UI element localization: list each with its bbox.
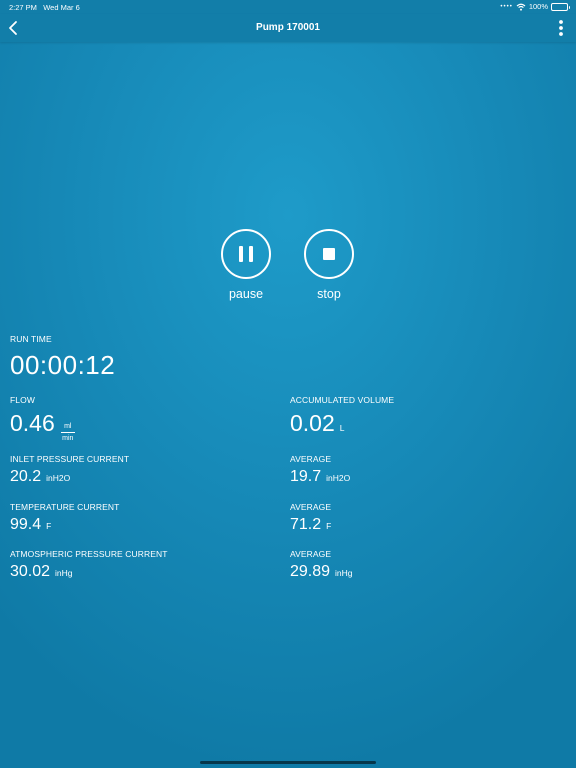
inlet-pressure-label: INLET PRESSURE CURRENT — [10, 454, 130, 464]
inlet-pressure-average-unit: inH2O — [326, 473, 351, 483]
temperature-unit: F — [46, 521, 52, 531]
atmospheric-pressure-metric: ATMOSPHERIC PRESSURE CURRENT 30.02 inHg — [10, 549, 168, 581]
flow-label: FLOW — [10, 395, 35, 405]
inlet-pressure-average-label: AVERAGE — [290, 454, 332, 464]
atmospheric-pressure-average-metric: AVERAGE 29.89 inHg — [290, 549, 353, 581]
atmospheric-pressure-average-unit: inHg — [335, 568, 353, 578]
pause-label: pause — [228, 287, 264, 301]
atmospheric-pressure-average-label: AVERAGE — [290, 549, 332, 559]
run-time-label: RUN TIME — [10, 334, 52, 344]
inlet-pressure-value: 20.2 — [10, 468, 42, 485]
pause-button[interactable]: pause — [216, 229, 276, 301]
stop-label: stop — [317, 287, 341, 301]
temperature-label: TEMPERATURE CURRENT — [10, 502, 120, 512]
accumulated-volume-label: ACCUMULATED VOLUME — [290, 395, 395, 405]
atmospheric-pressure-unit: inHg — [55, 568, 73, 578]
more-vertical-icon[interactable] — [556, 18, 566, 38]
flow-metric: FLOW 0.46 ml min — [10, 395, 75, 443]
battery-percent: 100% — [528, 2, 548, 11]
temperature-average-unit: F — [326, 521, 332, 531]
status-clock: 2:27 PM — [9, 3, 37, 12]
page-title: Pump 170001 — [256, 22, 320, 33]
run-time-metric: RUN TIME 00:00:12 — [10, 334, 115, 381]
flow-value: 0.46 — [10, 410, 55, 436]
signal-dots-icon: •••• — [500, 3, 513, 10]
pause-icon — [221, 229, 271, 279]
accumulated-volume-metric: ACCUMULATED VOLUME 0.02 L — [290, 395, 394, 437]
temperature-value: 99.4 — [10, 516, 42, 533]
temperature-average-label: AVERAGE — [290, 502, 332, 512]
inlet-pressure-unit: inH2O — [46, 473, 71, 483]
status-bar: 2:27 PM Wed Mar 6 •••• 100% — [0, 0, 576, 14]
home-indicator[interactable] — [200, 761, 376, 764]
temperature-average-metric: AVERAGE 71.2 F — [290, 502, 331, 534]
inlet-pressure-metric: INLET PRESSURE CURRENT 20.2 inH2O — [10, 454, 129, 486]
atmospheric-pressure-average-value: 29.89 — [290, 563, 331, 580]
inlet-pressure-average-value: 19.7 — [290, 468, 322, 485]
flow-unit-top: ml — [64, 423, 72, 430]
accumulated-volume-unit: L — [339, 423, 345, 433]
accumulated-volume-value: 0.02 — [290, 410, 335, 436]
inlet-pressure-average-metric: AVERAGE 19.7 inH2O — [290, 454, 350, 486]
stop-icon — [304, 229, 354, 279]
status-date: Wed Mar 6 — [43, 3, 80, 12]
status-time: 2:27 PM Wed Mar 6 — [9, 3, 80, 12]
navigation-bar: Pump 170001 — [0, 14, 576, 42]
temperature-metric: TEMPERATURE CURRENT 99.4 F — [10, 502, 119, 534]
status-right: •••• 100% — [500, 2, 570, 11]
wifi-icon — [516, 3, 526, 11]
atmospheric-pressure-label: ATMOSPHERIC PRESSURE CURRENT — [10, 549, 168, 559]
run-time-value: 00:00:12 — [10, 350, 116, 380]
atmospheric-pressure-value: 30.02 — [10, 563, 51, 580]
flow-unit: ml min — [60, 423, 75, 443]
temperature-average-value: 71.2 — [290, 516, 322, 533]
flow-unit-bottom: min — [62, 435, 74, 443]
battery-icon — [551, 2, 570, 11]
stop-button[interactable]: stop — [299, 229, 359, 301]
